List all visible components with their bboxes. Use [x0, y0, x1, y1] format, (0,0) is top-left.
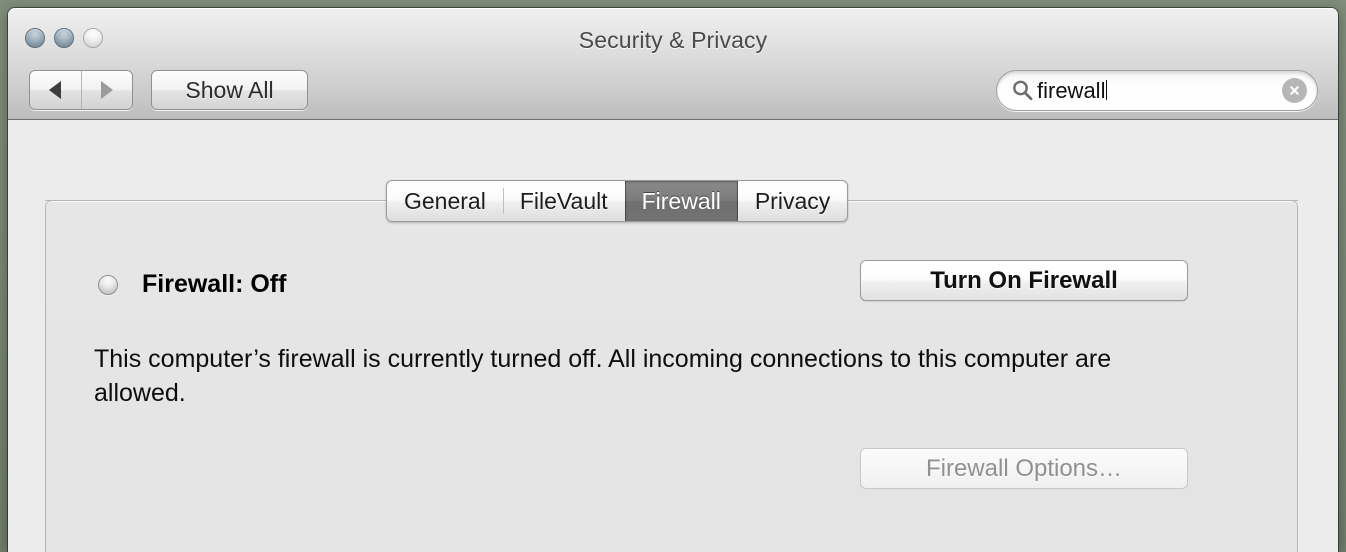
firewall-options-button[interactable]: Firewall Options…: [860, 448, 1188, 489]
firewall-status-row: Firewall: Off: [98, 270, 286, 299]
show-all-button[interactable]: Show All: [151, 70, 308, 110]
status-indicator-icon: [98, 274, 118, 295]
search-icon: [1013, 80, 1033, 101]
tab-firewall[interactable]: Firewall: [624, 181, 738, 221]
back-forward-control[interactable]: [29, 70, 133, 110]
left-arrow-icon: [49, 81, 62, 99]
forward-button[interactable]: [82, 71, 133, 109]
tab-general[interactable]: General: [387, 181, 503, 221]
right-arrow-icon: [100, 81, 113, 99]
search-input[interactable]: firewall: [1037, 79, 1282, 102]
close-x-glyph: [1290, 86, 1299, 95]
turn-on-firewall-button[interactable]: Turn On Firewall: [860, 260, 1188, 301]
clear-search-icon[interactable]: [1282, 78, 1307, 103]
desktop-background: Security & Privacy Show All firewall Gen…: [0, 0, 1346, 552]
search-field[interactable]: firewall: [996, 70, 1318, 111]
preferences-body: General FileVault Firewall Privacy Firew…: [8, 120, 1338, 552]
firewall-description: This computer’s firewall is currently tu…: [94, 345, 1112, 407]
window-title: Security & Privacy: [578, 27, 768, 53]
firewall-status-label: Firewall: Off: [142, 270, 287, 298]
window-titlebar[interactable]: Security & Privacy Show All firewall: [8, 8, 1338, 120]
back-button[interactable]: [30, 71, 82, 109]
system-preferences-window: Security & Privacy Show All firewall Gen…: [8, 8, 1338, 552]
tab-filevault[interactable]: FileVault: [502, 181, 625, 221]
tab-privacy[interactable]: Privacy: [738, 181, 847, 221]
tab-bar: General FileVault Firewall Privacy: [386, 180, 849, 222]
